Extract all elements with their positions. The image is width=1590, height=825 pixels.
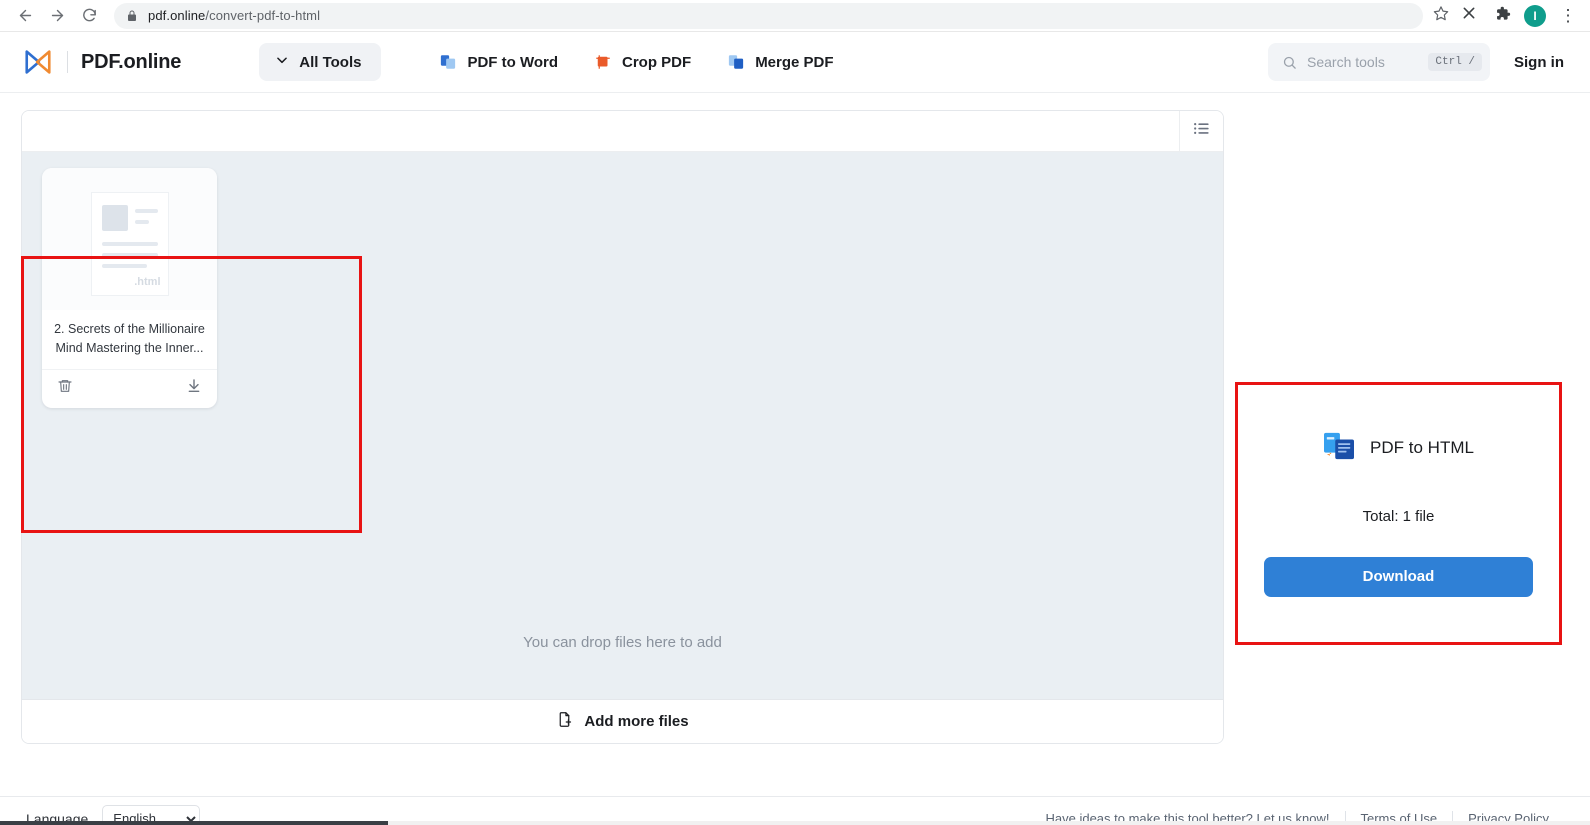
file-card-actions: [42, 370, 217, 408]
thumbnail-line: [101, 253, 158, 257]
address-bar[interactable]: pdf.online/convert-pdf-to-html: [114, 2, 1423, 29]
thumbnail-line: [134, 209, 158, 213]
panel-total-files: Total: 1 file: [1362, 507, 1435, 525]
pdf-to-word-icon: [439, 53, 457, 71]
site-footer: Language English Have ideas to make this…: [0, 796, 1590, 825]
search-shortcut-badge: Ctrl /: [1428, 53, 1482, 71]
search-icon: [1282, 55, 1297, 70]
pdf-to-html-icon: [1323, 431, 1355, 466]
file-thumbnail: .html: [90, 192, 169, 296]
browser-menu-button[interactable]: ⋮: [1556, 4, 1580, 28]
profile-button[interactable]: I: [1523, 4, 1547, 28]
header-right: Ctrl / Sign in: [1268, 43, 1568, 81]
download-button[interactable]: Download: [1264, 556, 1533, 597]
x-extension-button[interactable]: [1457, 4, 1481, 28]
nav-merge-pdf[interactable]: Merge PDF: [713, 43, 847, 81]
pdfonline-logo-icon: [24, 49, 52, 75]
back-button[interactable]: [10, 1, 40, 31]
thumbnail-body-lines: [101, 242, 158, 268]
workspace-toolbar: [22, 111, 1223, 152]
add-more-files-button[interactable]: Add more files: [22, 699, 1223, 743]
browser-toolbar: pdf.online/convert-pdf-to-html I ⋮: [0, 0, 1590, 32]
file-thumbnail-area: .html: [42, 168, 217, 310]
search-tools-box[interactable]: Ctrl /: [1268, 43, 1490, 81]
files-workspace: .html 2. Secrets of the Millionaire Mind…: [21, 110, 1224, 744]
page-body: .html 2. Secrets of the Millionaire Mind…: [0, 93, 1590, 796]
site-header: PDF.online All Tools PDF to Word Crop PD…: [0, 32, 1590, 93]
sign-in-button[interactable]: Sign in: [1510, 48, 1568, 77]
nav-label: Crop PDF: [622, 53, 692, 71]
forward-button[interactable]: [42, 1, 72, 31]
panel-title-row: PDF to HTML: [1323, 431, 1474, 466]
star-icon: [1433, 5, 1449, 26]
download-icon: [186, 378, 202, 399]
brand-logo-link[interactable]: PDF.online: [24, 49, 181, 75]
thumbnail-image-block: [101, 205, 128, 231]
file-extension-label: .html: [134, 276, 161, 288]
download-file-button[interactable]: [186, 378, 202, 399]
main-navigation: All Tools PDF to Word Crop PDF Merge PDF: [259, 43, 847, 81]
puzzle-icon: [1494, 5, 1511, 27]
chevron-down-icon: [275, 53, 289, 71]
reload-button[interactable]: [74, 1, 104, 31]
all-tools-button[interactable]: All Tools: [259, 43, 382, 81]
add-more-files-label: Add more files: [584, 713, 689, 730]
back-arrow-icon: [17, 7, 34, 24]
x-icon: [1461, 5, 1477, 26]
avatar: I: [1524, 4, 1546, 27]
extensions-button[interactable]: [1490, 4, 1514, 28]
delete-file-button[interactable]: [57, 378, 73, 399]
thumbnail-heading-lines: [134, 205, 158, 231]
nav-label: Merge PDF: [755, 53, 834, 71]
browser-nav-buttons: [10, 1, 104, 31]
conversion-panel: PDF to HTML Total: 1 file Download: [1237, 384, 1560, 643]
panel-title: PDF to HTML: [1370, 438, 1474, 457]
crop-pdf-icon: [594, 53, 612, 71]
trash-icon: [57, 378, 73, 399]
thumbnail-top-row: [101, 205, 158, 231]
drop-files-hint: You can drop files here to add: [523, 634, 722, 651]
url-text: pdf.online/convert-pdf-to-html: [148, 8, 321, 23]
horizontal-scrollbar-thumb[interactable]: [0, 821, 388, 825]
three-dots-icon: ⋮: [1559, 6, 1577, 25]
nav-crop-pdf[interactable]: Crop PDF: [580, 43, 705, 81]
thumbnail-line: [101, 242, 158, 246]
file-card[interactable]: .html 2. Secrets of the Millionaire Mind…: [42, 168, 217, 408]
reload-icon: [81, 7, 98, 24]
list-view-toggle[interactable]: [1179, 111, 1223, 151]
add-document-icon: [556, 711, 573, 733]
thumbnail-line: [101, 264, 148, 268]
file-name: 2. Secrets of the Millionaire Mind Maste…: [42, 310, 217, 370]
horizontal-scrollbar-track[interactable]: [0, 821, 1590, 825]
omnibox-actions: [1429, 4, 1453, 28]
files-canvas[interactable]: .html 2. Secrets of the Millionaire Mind…: [22, 152, 1223, 699]
nav-label: PDF to Word: [467, 53, 559, 71]
lock-icon: [126, 10, 138, 22]
brand-divider: [67, 51, 68, 73]
nav-pdf-to-word[interactable]: PDF to Word: [425, 43, 572, 81]
forward-arrow-icon: [49, 7, 66, 24]
browser-extension-icons: I ⋮: [1453, 4, 1580, 28]
bookmark-button[interactable]: [1429, 4, 1453, 28]
thumbnail-line: [134, 220, 149, 224]
search-input[interactable]: [1307, 54, 1429, 70]
brand-name: PDF.online: [81, 50, 182, 73]
merge-pdf-icon: [727, 53, 745, 71]
avatar-initial: I: [1533, 8, 1537, 23]
list-view-icon: [1192, 119, 1211, 143]
all-tools-label: All Tools: [299, 53, 362, 71]
